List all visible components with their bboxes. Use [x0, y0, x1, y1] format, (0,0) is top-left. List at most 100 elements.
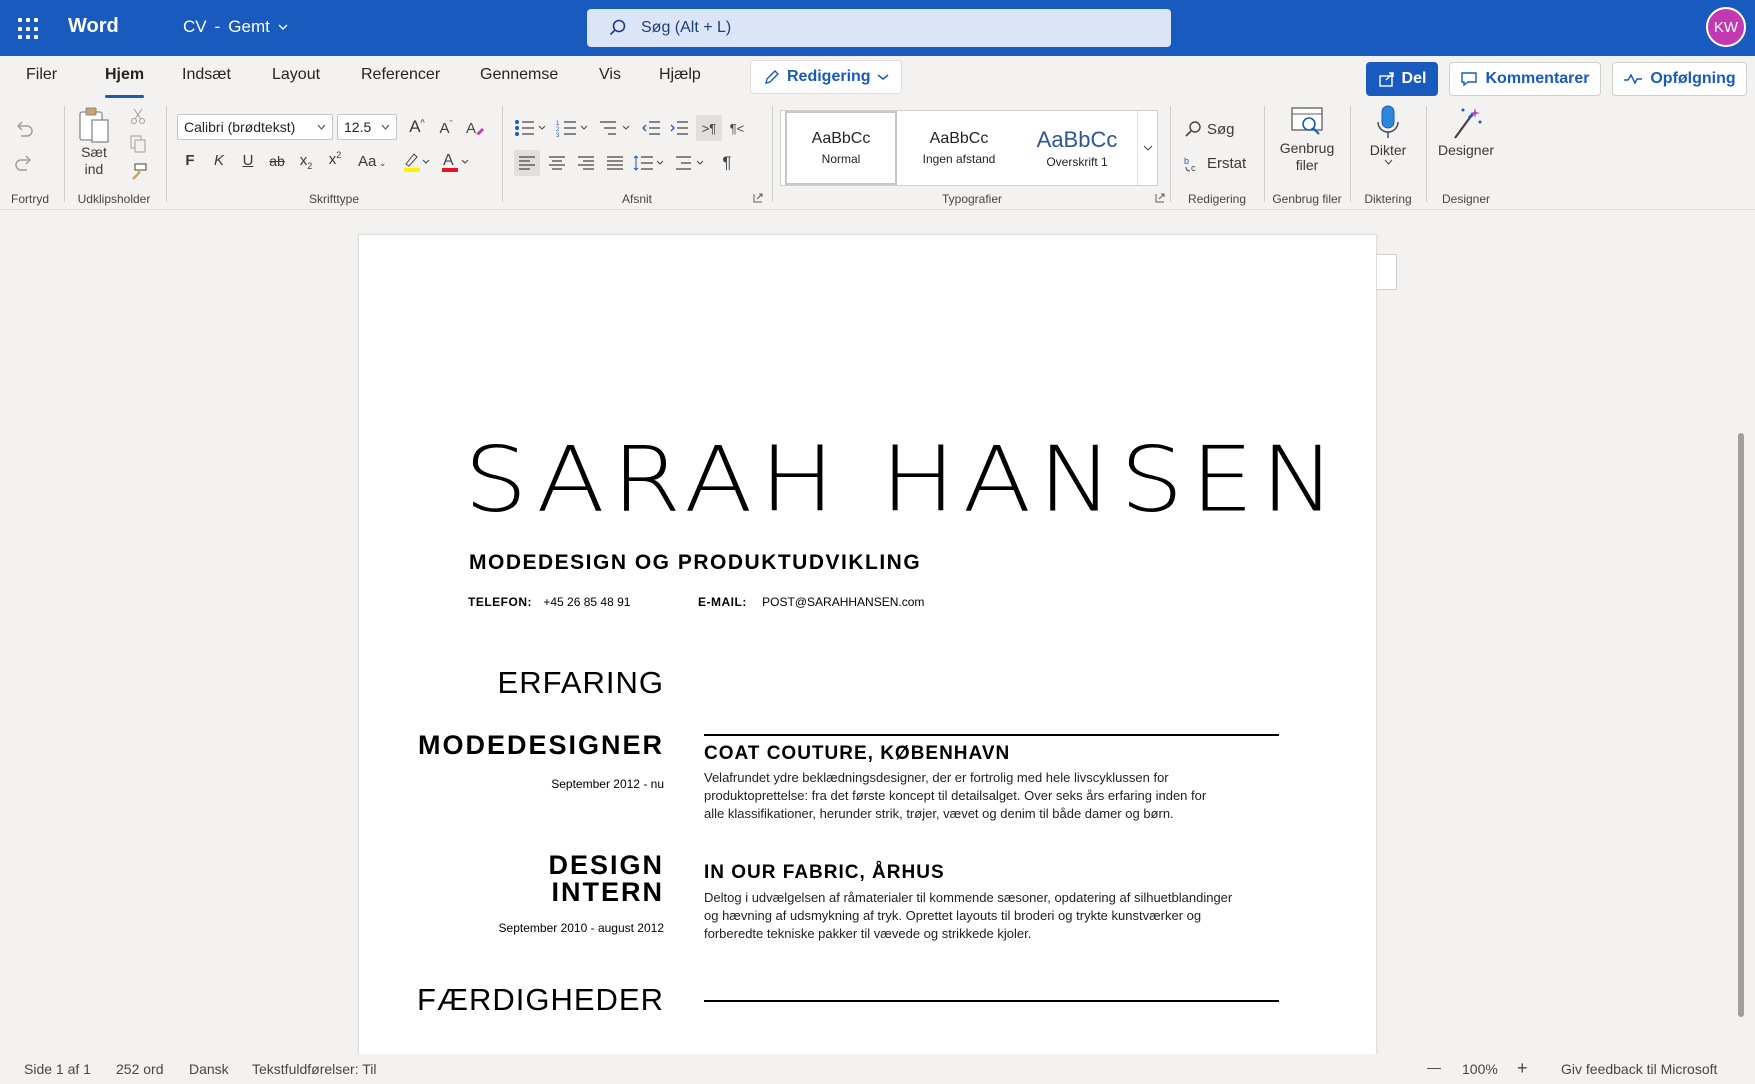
- change-case-button[interactable]: Aa ⌄: [358, 153, 392, 170]
- tab-hjem[interactable]: Hjem: [105, 66, 145, 98]
- phone-value: +45 26 85 48 91: [543, 595, 631, 609]
- ribbon: Fortryd Sæt ind Udklipsholder Calibri (b…: [0, 100, 1755, 299]
- job-description[interactable]: Velafrundet ydre beklædningsdesigner, de…: [704, 769, 1264, 823]
- tab-gennemse[interactable]: Gennemse: [480, 66, 558, 84]
- feedback-link[interactable]: Giv feedback til Microsoft: [1561, 1061, 1717, 1077]
- font-color-icon[interactable]: A: [440, 150, 470, 174]
- cut-icon[interactable]: [128, 106, 148, 126]
- numbering-icon[interactable]: 123: [556, 118, 592, 138]
- phone-line[interactable]: TELEFON: +45 26 85 48 91: [468, 595, 630, 609]
- svg-text:3: 3: [556, 133, 560, 137]
- paste-icon: [79, 107, 109, 143]
- increase-indent-icon[interactable]: [668, 118, 690, 138]
- replace-button[interactable]: bc Erstat: [1184, 152, 1246, 174]
- align-center-icon[interactable]: [545, 150, 569, 176]
- follow-up-button[interactable]: Opfølgning: [1612, 62, 1747, 96]
- microphone-icon: [1377, 105, 1399, 138]
- description-line: produktoprettelse: fra det første koncep…: [704, 788, 1207, 803]
- font-size-select[interactable]: 12.5: [337, 114, 397, 140]
- job-company[interactable]: COAT COUTURE, KØBENHAVN: [704, 743, 1010, 765]
- comments-button[interactable]: Kommentarer: [1449, 62, 1601, 96]
- comments-label: Kommentarer: [1485, 70, 1590, 87]
- font-name-select[interactable]: Calibri (brødtekst): [177, 114, 333, 140]
- bold-button[interactable]: F: [179, 152, 201, 169]
- editing-mode-dropdown[interactable]: Redigering: [750, 60, 902, 94]
- format-painter-icon[interactable]: [128, 162, 148, 182]
- copy-icon[interactable]: [128, 134, 148, 154]
- align-right-icon[interactable]: [574, 150, 598, 176]
- group-label-reuse: Genbrug filer: [1272, 192, 1342, 206]
- designer-button[interactable]: Designer: [1434, 104, 1498, 159]
- multilevel-list-icon[interactable]: [598, 118, 634, 138]
- vertical-scrollbar[interactable]: [1738, 433, 1744, 1017]
- svg-text:A: A: [443, 152, 454, 169]
- show-formatting-icon[interactable]: ¶: [716, 150, 738, 176]
- strikethrough-button[interactable]: ab: [266, 153, 288, 169]
- app-launcher-icon[interactable]: [16, 16, 40, 40]
- page-margin-marker: [1377, 254, 1397, 290]
- paragraph-spacing-icon[interactable]: [674, 150, 710, 176]
- experience-heading[interactable]: ERFARING: [498, 665, 664, 701]
- description-line: Deltog i udvælgelsen af råmaterialer til…: [704, 890, 1233, 905]
- ltr-text-icon[interactable]: >¶: [696, 115, 722, 141]
- document-canvas[interactable]: SARAH HANSEN MODEDESIGN OG PRODUKTUDVIKL…: [0, 211, 1755, 1064]
- align-left-icon[interactable]: [514, 150, 540, 176]
- share-icon: [1378, 72, 1394, 87]
- document-name-menu[interactable]: CV - Gemt: [183, 17, 288, 37]
- rtl-text-icon[interactable]: ¶<: [726, 117, 748, 139]
- avatar[interactable]: KW: [1706, 7, 1746, 47]
- reuse-files-label-1: Genbrug: [1279, 140, 1335, 156]
- superscript-icon[interactable]: x2: [324, 150, 346, 168]
- designer-wand-icon: [1454, 108, 1482, 139]
- text-predictions[interactable]: Tekstfuldførelser: Til: [252, 1061, 376, 1077]
- job-role[interactable]: DESIGN INTERN: [548, 852, 664, 906]
- search-box[interactable]: Søg (Alt + L): [587, 9, 1171, 47]
- zoom-out-button[interactable]: —: [1427, 1059, 1441, 1075]
- word-count[interactable]: 252 ord: [116, 1061, 163, 1077]
- tab-indsaet[interactable]: Indsæt: [182, 66, 231, 84]
- justify-icon[interactable]: [603, 150, 627, 176]
- document-page[interactable]: SARAH HANSEN MODEDESIGN OG PRODUKTUDVIKL…: [358, 234, 1377, 1064]
- share-button[interactable]: Del: [1366, 62, 1438, 96]
- undo-group: Fortryd: [0, 100, 60, 210]
- zoom-in-button[interactable]: +: [1517, 1058, 1528, 1079]
- font-group: Calibri (brødtekst) 12.5 A^ Aˇ A F K U a…: [168, 100, 500, 210]
- email-line[interactable]: E-MAIL: POST@SARAHHANSEN.com: [698, 595, 924, 609]
- highlight-color-icon[interactable]: [402, 150, 430, 174]
- underline-button[interactable]: U: [237, 152, 259, 169]
- italic-button[interactable]: K: [208, 152, 230, 169]
- job-description[interactable]: Deltog i udvælgelsen af råmaterialer til…: [704, 889, 1274, 943]
- tab-filer[interactable]: Filer: [26, 66, 57, 84]
- job-dates[interactable]: September 2010 - august 2012: [499, 921, 664, 935]
- tab-vis[interactable]: Vis: [599, 66, 621, 84]
- job-role[interactable]: MODEDESIGNER: [418, 732, 664, 759]
- job-company[interactable]: IN OUR FABRIC, ÅRHUS: [704, 862, 945, 884]
- editing-group: Søg bc Erstat Redigering: [1172, 100, 1262, 210]
- reuse-files-button[interactable]: Genbrug filer: [1272, 106, 1342, 174]
- decrease-indent-icon[interactable]: [640, 118, 662, 138]
- paste-button[interactable]: Sæt ind: [74, 106, 114, 178]
- redo-icon[interactable]: [12, 152, 36, 176]
- grow-font-icon[interactable]: A^: [406, 117, 428, 137]
- find-button[interactable]: Søg: [1184, 118, 1235, 140]
- chevron-down-icon: [877, 74, 889, 80]
- line-spacing-icon[interactable]: [632, 150, 668, 176]
- clear-formatting-icon[interactable]: A: [464, 117, 486, 139]
- bullets-icon[interactable]: [514, 118, 550, 138]
- app-name[interactable]: Word: [68, 15, 119, 38]
- language[interactable]: Dansk: [189, 1061, 229, 1077]
- skills-heading[interactable]: FÆRDIGHEDER: [417, 982, 664, 1018]
- description-line: Velafrundet ydre beklædningsdesigner, de…: [704, 770, 1169, 785]
- tab-hjaelp[interactable]: Hjælp: [659, 66, 701, 84]
- cv-subtitle[interactable]: MODEDESIGN OG PRODUKTUDVIKLING: [469, 551, 921, 575]
- dictate-button[interactable]: Dikter: [1360, 104, 1416, 165]
- subscript-icon[interactable]: x2: [295, 152, 317, 171]
- job-dates[interactable]: September 2012 - nu: [551, 777, 664, 791]
- cv-name[interactable]: SARAH HANSEN: [464, 427, 1342, 532]
- tab-referencer[interactable]: Referencer: [361, 66, 440, 84]
- tab-layout[interactable]: Layout: [272, 66, 320, 84]
- shrink-font-icon[interactable]: Aˇ: [435, 119, 457, 137]
- undo-icon[interactable]: [12, 118, 36, 142]
- zoom-level[interactable]: 100%: [1462, 1061, 1498, 1077]
- clipboard-group: Sæt ind Udklipsholder: [66, 100, 162, 210]
